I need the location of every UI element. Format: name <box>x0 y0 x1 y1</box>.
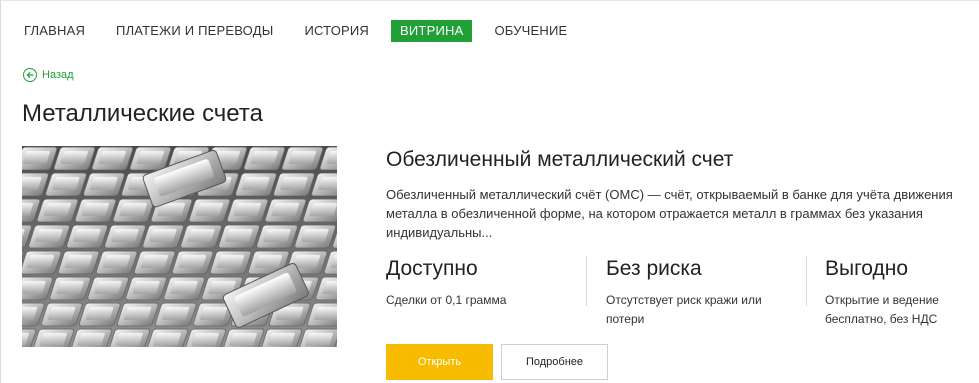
back-link[interactable]: Назад <box>23 68 74 82</box>
feature-divider <box>586 256 587 306</box>
top-navigation: ГЛАВНАЯ ПЛАТЕЖИ И ПЕРЕВОДЫ ИСТОРИЯ ВИТРИ… <box>24 20 598 42</box>
nav-item-home[interactable]: ГЛАВНАЯ <box>24 20 85 42</box>
product-description: Обезличенный металлический счёт (ОМС) — … <box>386 187 953 240</box>
nav-item-payments[interactable]: ПЛАТЕЖИ И ПЕРЕВОДЫ <box>116 20 273 42</box>
feature-text: Открытие и ведение бесплатно, без НДС <box>825 293 939 326</box>
feature-text: Отсутствует риск кражи или потери <box>606 293 762 326</box>
product-title: Обезличенный металлический счет <box>386 148 734 171</box>
feature-title: Доступно <box>386 257 478 280</box>
nav-item-history[interactable]: ИСТОРИЯ <box>304 20 369 42</box>
page-title: Металлические счета <box>22 100 263 127</box>
nav-item-learning[interactable]: ОБУЧЕНИЕ <box>494 20 567 42</box>
feature-text: Сделки от 0,1 грамма <box>386 293 507 307</box>
arrow-left-circle-icon <box>23 68 37 82</box>
window-left-border <box>0 0 1 383</box>
nav-item-showcase[interactable]: ВИТРИНА <box>391 20 473 42</box>
feature-divider <box>806 256 807 306</box>
silver-bars-image <box>22 146 337 347</box>
feature-no-risk: Без риска Отсутствует риск кражи или пот… <box>606 257 791 329</box>
feature-available: Доступно Сделки от 0,1 грамма <box>386 257 566 310</box>
feature-profitable: Выгодно Открытие и ведение бесплатно, бе… <box>825 257 975 329</box>
window-top-border <box>0 0 979 1</box>
back-link-label: Назад <box>42 69 74 81</box>
feature-title: Без риска <box>606 257 702 280</box>
open-button[interactable]: Открыть <box>386 344 493 380</box>
more-button[interactable]: Подробнее <box>501 344 608 380</box>
feature-title: Выгодно <box>825 257 909 280</box>
